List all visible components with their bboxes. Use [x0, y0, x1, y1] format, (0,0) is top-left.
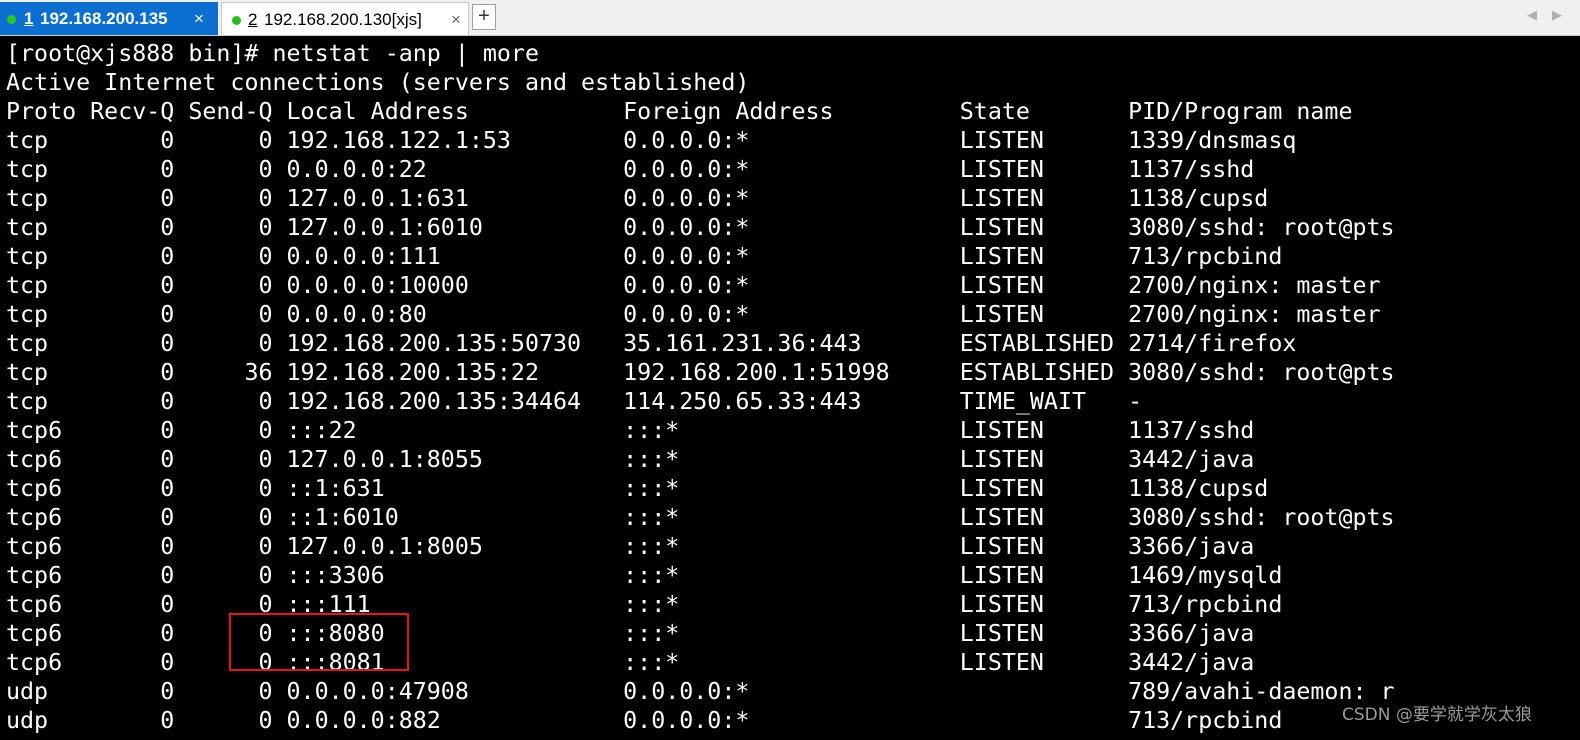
connection-row: udp 0 0 0.0.0.0:47908 0.0.0.0:* 789/avah…	[6, 678, 1395, 705]
connection-row: tcp 0 0 192.168.200.135:50730 35.161.231…	[6, 330, 1297, 357]
connected-status-icon	[7, 15, 16, 24]
connected-status-icon	[232, 16, 241, 25]
connection-row: tcp 0 0 127.0.0.1:631 0.0.0.0:* LISTEN 1…	[6, 185, 1269, 212]
connection-row: tcp6 0 0 :::111 :::* LISTEN 713/rpcbind	[6, 591, 1283, 618]
connection-row: tcp6 0 0 127.0.0.1:8055 :::* LISTEN 3442…	[6, 446, 1255, 473]
scroll-tabs-right-icon[interactable]: ▶	[1552, 8, 1562, 23]
tab-number: 1	[24, 9, 34, 28]
close-tab-icon[interactable]: ×	[451, 3, 461, 36]
tab-session-1[interactable]: 1 192.168.200.135 ×	[0, 2, 218, 35]
tab-bar: 1 192.168.200.135 × 2 192.168.200.130[xj…	[0, 0, 1580, 36]
watermark-text: CSDN @要学就学灰太狼	[1342, 705, 1532, 725]
scroll-tabs-left-icon[interactable]: ◀	[1527, 8, 1537, 23]
connection-row: tcp6 0 0 :::8081 :::* LISTEN 3442/java	[6, 649, 1255, 676]
connection-row: tcp6 0 0 127.0.0.1:8005 :::* LISTEN 3366…	[6, 533, 1255, 560]
connection-row: udp 0 0 0.0.0.0:882 0.0.0.0:* 713/rpcbin…	[6, 707, 1283, 734]
connection-row: tcp6 0 0 :::8080 :::* LISTEN 3366/java	[6, 620, 1255, 647]
column-header-line: Proto Recv-Q Send-Q Local Address Foreig…	[6, 98, 1353, 125]
connection-row: tcp 0 0 0.0.0.0:10000 0.0.0.0:* LISTEN 2…	[6, 272, 1381, 299]
connection-row: tcp6 0 0 ::1:631 :::* LISTEN 1138/cupsd	[6, 475, 1269, 502]
connection-row: tcp 0 0 127.0.0.1:6010 0.0.0.0:* LISTEN …	[6, 214, 1395, 241]
tab-title: 192.168.200.130[xjs]	[264, 10, 422, 29]
connection-row: tcp 0 0 192.168.122.1:53 0.0.0.0:* LISTE…	[6, 127, 1297, 154]
connection-row: tcp6 0 0 ::1:6010 :::* LISTEN 3080/sshd:…	[6, 504, 1395, 531]
connection-row: tcp6 0 0 :::3306 :::* LISTEN 1469/mysqld	[6, 562, 1283, 589]
connection-row: tcp6 0 0 :::22 :::* LISTEN 1137/sshd	[6, 417, 1255, 444]
tab-number: 2	[248, 10, 258, 29]
new-tab-button[interactable]: +	[472, 4, 496, 30]
output-heading-line: Active Internet connections (servers and…	[6, 69, 750, 96]
tab-title: 192.168.200.135	[40, 9, 168, 28]
connection-row: tcp 0 0 0.0.0.0:22 0.0.0.0:* LISTEN 1137…	[6, 156, 1255, 183]
close-tab-icon[interactable]: ×	[194, 2, 204, 35]
connection-row: tcp 0 0 192.168.200.135:34464 114.250.65…	[6, 388, 1143, 415]
connection-row: tcp 0 0 0.0.0.0:80 0.0.0.0:* LISTEN 2700…	[6, 301, 1381, 328]
connection-row: tcp 0 0 0.0.0.0:111 0.0.0.0:* LISTEN 713…	[6, 243, 1283, 270]
terminal-output[interactable]: [root@xjs888 bin]# netstat -anp | more A…	[0, 36, 1580, 740]
tab-session-2[interactable]: 2 192.168.200.130[xjs] ×	[221, 2, 469, 35]
command-prompt-line: [root@xjs888 bin]# netstat -anp | more	[6, 40, 539, 67]
connection-row: tcp 0 36 192.168.200.135:22 192.168.200.…	[6, 359, 1395, 386]
